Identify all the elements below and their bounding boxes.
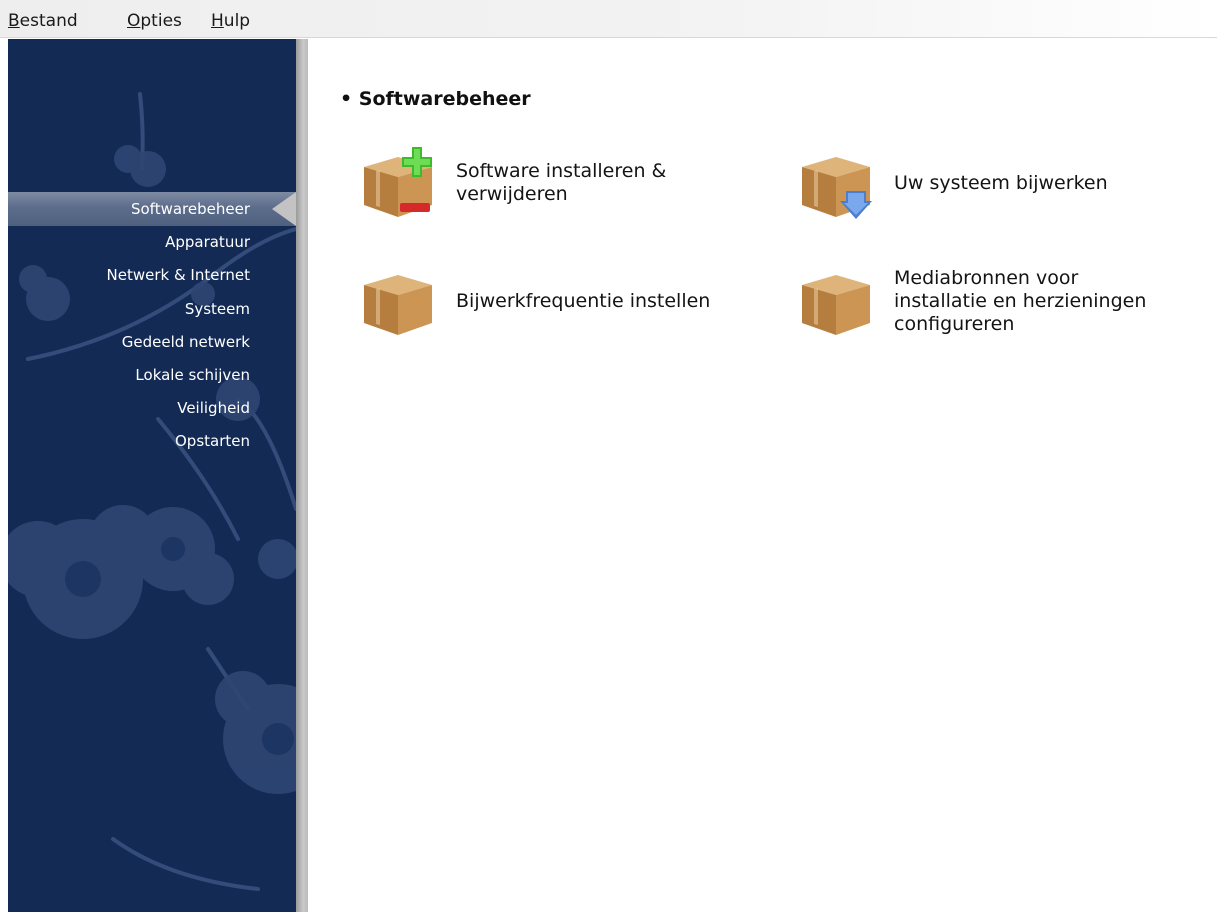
sidebar-item-veiligheid[interactable]: Veiligheid [177,399,250,417]
menu-bar: Bestand Opties Hulp [0,0,1217,38]
menu-hulp-mnemonic: H [211,11,224,31]
section-bullet: • [340,88,353,110]
tool-update-frequency[interactable]: Bijwerkfrequentie instellen [360,263,710,339]
tool-label-line: Bijwerkfrequentie instellen [456,289,711,312]
package-icon [364,275,432,335]
tool-label-line: Mediabronnen voor [894,266,1079,289]
section-title-text: Softwarebeheer [358,88,531,110]
tool-label: Software installeren & verwijderen [456,160,666,206]
package-update-icon [802,157,872,219]
selection-pointer [272,192,296,226]
tool-media-sources[interactable]: Mediabronnen voor installatie en herzien… [798,263,1146,339]
menu-bestand[interactable]: Bestand [8,11,78,31]
tool-label-line: configureren [894,312,1015,335]
tool-label-line: verwijderen [456,183,568,205]
section-title: • Softwarebeheer [340,88,531,110]
tool-label: Bijwerkfrequentie instellen [456,290,710,313]
sidebar-item-systeem[interactable]: Systeem [185,300,250,318]
tool-software-install-remove[interactable]: Software installeren & verwijderen [360,145,666,221]
package-media-icon [802,275,870,335]
tool-label: Uw systeem bijwerken [894,172,1108,195]
menu-hulp-rest: ulp [223,11,251,31]
sidebar-item-gedeeld-netwerk[interactable]: Gedeeld netwerk [122,333,250,351]
sidebar-item-softwarebeheer[interactable]: Softwarebeheer [8,192,296,226]
tool-label: Mediabronnen voor installatie en herzien… [894,267,1146,336]
tool-label-line: installatie en herzieningen [894,289,1147,312]
sidebar-item-label: Softwarebeheer [130,200,250,218]
floral-background-decoration [8,92,296,891]
sidebar-splitter[interactable] [296,39,308,912]
tool-label-line: Software installeren & [456,160,667,182]
sidebar-item-apparatuur[interactable]: Apparatuur [165,233,250,251]
menu-opties[interactable]: Opties [127,11,182,31]
menu-bestand-mnemonic: B [8,11,20,31]
tool-system-update[interactable]: Uw systeem bijwerken [798,145,1108,221]
sidebar-item-lokale-schijven[interactable]: Lokale schijven [135,366,250,384]
menu-hulp[interactable]: Hulp [211,11,250,31]
menu-opties-rest: pties [140,11,182,31]
tool-label-line: Uw systeem bijwerken [894,171,1108,194]
menu-bestand-rest: estand [19,11,78,31]
sidebar-item-netwerk-internet[interactable]: Netwerk & Internet [107,266,250,284]
package-add-remove-icon [364,147,432,217]
sidebar-item-opstarten[interactable]: Opstarten [175,432,250,450]
sidebar: Softwarebeheer Apparatuur Netwerk & Inte… [8,39,296,912]
menu-opties-mnemonic: O [127,11,141,31]
